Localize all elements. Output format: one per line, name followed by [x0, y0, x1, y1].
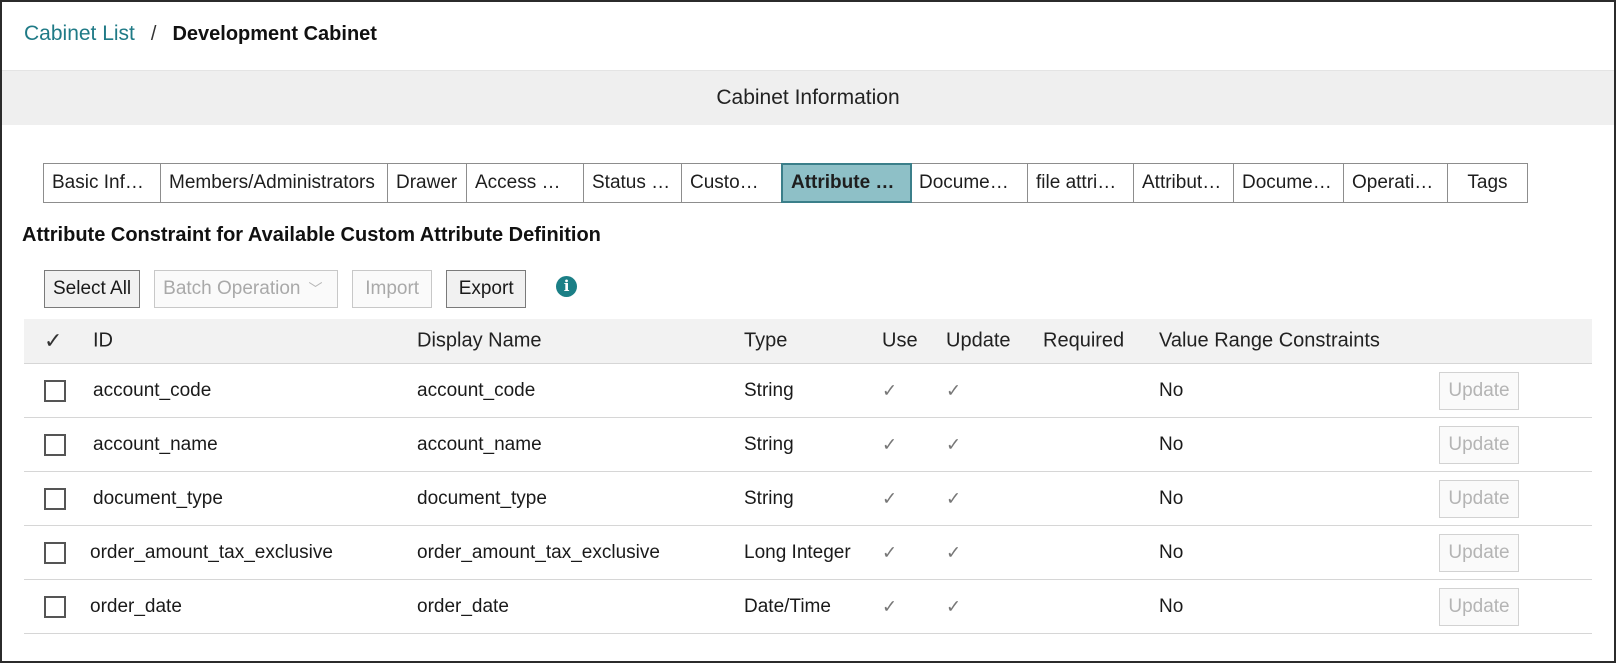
- import-label: Import: [365, 278, 420, 299]
- toolbar: Select All Batch Operation ﹀ Import Expo…: [44, 269, 578, 309]
- breadcrumb: Cabinet List / Development Cabinet: [24, 22, 377, 46]
- page-subtitle: Attribute Constraint for Available Custo…: [22, 224, 601, 246]
- select-all-check-icon[interactable]: ✓: [44, 328, 62, 354]
- cell-type: Date/Time: [744, 595, 831, 617]
- cell-value-range: No: [1159, 595, 1184, 617]
- tab-members-administrators[interactable]: Members/Administrators: [161, 164, 388, 202]
- import-button[interactable]: Import: [352, 270, 433, 308]
- breadcrumb-cabinet-list-link[interactable]: Cabinet List: [24, 22, 135, 46]
- row-checkbox[interactable]: [44, 433, 66, 456]
- row-update-button[interactable]: Update: [1439, 587, 1519, 626]
- column-header-id: ID: [93, 329, 113, 352]
- column-header-use: Use: [882, 329, 918, 352]
- cell-value-range: No: [1159, 487, 1184, 509]
- column-header-value-range-constraints: Value Range Constraints: [1159, 329, 1380, 352]
- chevron-down-icon: ﹀: [308, 281, 323, 297]
- column-header-update: Update: [946, 329, 1011, 352]
- cell-id: account_name: [93, 433, 218, 455]
- use-check-icon: ✓: [882, 488, 898, 508]
- tab-file-attribute[interactable]: file attri…: [1028, 164, 1134, 202]
- column-header-display-name: Display Name: [417, 329, 542, 352]
- update-check-icon: ✓: [946, 434, 962, 454]
- row-update-button[interactable]: Update: [1439, 533, 1519, 572]
- export-button[interactable]: Export: [446, 270, 527, 308]
- tab-custom[interactable]: Custo…: [682, 164, 782, 202]
- tab-document-2[interactable]: Docume…: [1234, 164, 1344, 202]
- use-check-icon: ✓: [882, 542, 898, 562]
- tab-attribute-2[interactable]: Attribut…: [1134, 164, 1234, 202]
- tab-attribute-constraint[interactable]: Attribute …: [781, 163, 912, 203]
- cell-type: String: [744, 433, 794, 455]
- cell-id: order_date: [90, 595, 182, 617]
- row-checkbox[interactable]: [44, 379, 66, 402]
- cell-value-range: No: [1159, 433, 1184, 455]
- use-check-icon: ✓: [882, 596, 898, 616]
- tab-document-1[interactable]: Docume…: [911, 164, 1028, 202]
- cell-value-range: No: [1159, 541, 1184, 563]
- select-all-label: Select All: [53, 278, 132, 299]
- table-header: ✓ ID Display Name Type Use Update Requir…: [24, 319, 1592, 364]
- cell-id: account_code: [93, 379, 212, 401]
- column-header-type: Type: [744, 329, 788, 352]
- row-checkbox[interactable]: [44, 487, 66, 510]
- update-check-icon: ✓: [946, 542, 962, 562]
- update-check-icon: ✓: [946, 596, 962, 616]
- cell-display-name: account_name: [417, 433, 542, 455]
- tab-bar: Basic Inf… Members/Administrators Drawer…: [43, 163, 1528, 203]
- breadcrumb-current: Development Cabinet: [172, 22, 377, 45]
- tab-operation[interactable]: Operati…: [1344, 164, 1448, 202]
- table-row: order_date order_date Date/Time ✓ ✓ No U…: [24, 580, 1592, 634]
- breadcrumb-separator: /: [150, 22, 157, 45]
- tab-drawer[interactable]: Drawer: [388, 164, 467, 202]
- batch-operation-dropdown[interactable]: Batch Operation ﹀: [154, 270, 339, 308]
- app-frame: Cabinet List / Development Cabinet Cabin…: [0, 0, 1616, 663]
- cell-id: document_type: [93, 487, 223, 509]
- tab-tags[interactable]: Tags: [1448, 164, 1527, 202]
- use-check-icon: ✓: [882, 380, 898, 400]
- cell-display-name: order_amount_tax_exclusive: [417, 541, 660, 563]
- table-row: document_type document_type String ✓ ✓ N…: [24, 472, 1592, 526]
- row-update-button[interactable]: Update: [1439, 371, 1519, 410]
- select-all-button[interactable]: Select All: [44, 270, 141, 308]
- export-label: Export: [458, 278, 514, 299]
- cell-id: order_amount_tax_exclusive: [90, 541, 333, 563]
- cell-display-name: order_date: [417, 595, 509, 617]
- update-check-icon: ✓: [946, 380, 962, 400]
- tab-access[interactable]: Access …: [467, 164, 584, 202]
- table-row: account_name account_name String ✓ ✓ No …: [24, 418, 1592, 472]
- section-title: Cabinet Information: [716, 86, 900, 109]
- attribute-table: ✓ ID Display Name Type Use Update Requir…: [24, 319, 1592, 634]
- tab-basic-info[interactable]: Basic Inf…: [44, 164, 161, 202]
- cell-display-name: document_type: [417, 487, 547, 509]
- column-header-required: Required: [1043, 329, 1125, 352]
- cell-type: String: [744, 379, 794, 401]
- cell-display-name: account_code: [417, 379, 536, 401]
- row-checkbox[interactable]: [44, 541, 66, 564]
- row-update-button[interactable]: Update: [1439, 425, 1519, 464]
- update-check-icon: ✓: [946, 488, 962, 508]
- batch-operation-label: Batch Operation: [163, 278, 301, 299]
- cell-type: String: [744, 487, 794, 509]
- cell-value-range: No: [1159, 379, 1184, 401]
- tab-status[interactable]: Status …: [584, 164, 682, 202]
- section-header: Cabinet Information: [2, 70, 1614, 125]
- table-row: account_code account_code String ✓ ✓ No …: [24, 364, 1592, 418]
- cell-type: Long Integer: [744, 541, 851, 563]
- info-icon[interactable]: i: [556, 275, 578, 297]
- use-check-icon: ✓: [882, 434, 898, 454]
- table-row: order_amount_tax_exclusive order_amount_…: [24, 526, 1592, 580]
- row-checkbox[interactable]: [44, 595, 66, 618]
- row-update-button[interactable]: Update: [1439, 479, 1519, 518]
